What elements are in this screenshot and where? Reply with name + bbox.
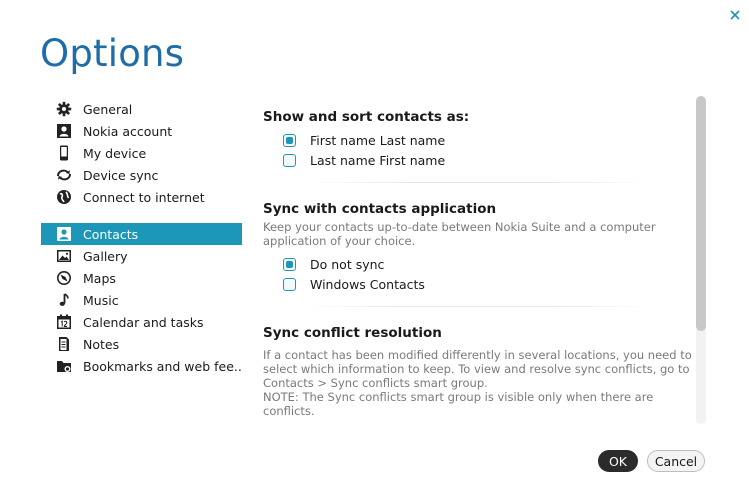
person-icon xyxy=(55,122,73,140)
music-note-icon xyxy=(55,291,73,309)
sidebar-item-label: Music xyxy=(83,292,119,308)
radio-label: First name Last name xyxy=(310,132,446,148)
contacts-icon xyxy=(55,225,73,243)
phone-icon xyxy=(55,144,73,162)
scrollbar-thumb[interactable] xyxy=(696,96,706,331)
sync-contacts-section: Sync with contacts application Keep your… xyxy=(263,201,693,294)
image-icon xyxy=(55,247,73,265)
content-scrollbar[interactable] xyxy=(696,96,706,424)
sidebar-item-label: Nokia account xyxy=(83,123,173,139)
notes-icon xyxy=(55,335,73,353)
sync-conflict-section: Sync conflict resolution If a contact ha… xyxy=(263,325,693,418)
sidebar-item-label: My device xyxy=(83,145,147,161)
sidebar-item-calendar[interactable]: Calendar and tasks xyxy=(41,311,242,333)
calendar-icon xyxy=(55,313,73,331)
sidebar-item-label: Bookmarks and web fee... xyxy=(83,358,242,374)
radio-label: Do not sync xyxy=(310,256,385,272)
sidebar-item-my-device[interactable]: My device xyxy=(41,142,242,164)
options-content: Show and sort contacts as: First name La… xyxy=(263,96,693,426)
globe-icon xyxy=(55,188,73,206)
sidebar-item-gallery[interactable]: Gallery xyxy=(41,245,242,267)
sync-icon xyxy=(55,166,73,184)
sidebar-item-notes[interactable]: Notes xyxy=(41,333,242,355)
page-title: Options xyxy=(40,32,185,75)
section-description: If a contact has been modified different… xyxy=(263,348,692,390)
sidebar-item-maps[interactable]: Maps xyxy=(41,267,242,289)
radio-button[interactable] xyxy=(283,153,296,167)
sidebar-item-label: Maps xyxy=(83,270,116,286)
sidebar-item-label: Gallery xyxy=(83,248,128,264)
bookmark-folder-icon xyxy=(55,357,73,375)
radio-first-last[interactable]: First name Last name xyxy=(263,130,693,150)
sidebar-item-label: Contacts xyxy=(83,226,139,242)
sidebar-item-label: Connect to internet xyxy=(83,189,205,205)
close-icon xyxy=(730,10,740,20)
section-title: Sync with contacts application xyxy=(263,201,497,217)
sidebar-item-bookmarks[interactable]: Bookmarks and web fee... xyxy=(41,355,242,377)
sidebar: General Nokia account My device Device s… xyxy=(41,98,242,377)
divider xyxy=(303,306,653,307)
sidebar-item-device-sync[interactable]: Device sync xyxy=(41,164,242,186)
sidebar-group-device: General Nokia account My device Device s… xyxy=(41,98,242,208)
radio-button[interactable] xyxy=(283,133,296,147)
sidebar-item-music[interactable]: Music xyxy=(41,289,242,311)
sidebar-item-contacts[interactable]: Contacts xyxy=(41,223,242,245)
sidebar-item-label: Notes xyxy=(83,336,120,352)
section-title: Show and sort contacts as: xyxy=(263,109,470,125)
cancel-button[interactable]: Cancel xyxy=(647,450,705,472)
radio-label: Last name First name xyxy=(310,152,446,168)
sidebar-item-label: Calendar and tasks xyxy=(83,314,204,330)
sort-contacts-section: Show and sort contacts as: First name La… xyxy=(263,96,693,170)
sidebar-item-nokia-account[interactable]: Nokia account xyxy=(41,120,242,142)
divider xyxy=(303,182,653,183)
radio-last-first[interactable]: Last name First name xyxy=(263,150,693,170)
radio-do-not-sync[interactable]: Do not sync xyxy=(263,254,693,274)
radio-label: Windows Contacts xyxy=(310,276,425,292)
sidebar-item-general[interactable]: General xyxy=(41,98,242,120)
sidebar-item-label: General xyxy=(83,101,133,117)
compass-icon xyxy=(55,269,73,287)
close-button[interactable] xyxy=(726,6,744,24)
sidebar-item-connect-internet[interactable]: Connect to internet xyxy=(41,186,242,208)
radio-button[interactable] xyxy=(283,277,296,291)
sidebar-group-apps: Contacts Gallery Maps Music Calendar and… xyxy=(41,223,242,377)
sidebar-item-label: Device sync xyxy=(83,167,159,183)
radio-button[interactable] xyxy=(283,257,296,271)
radio-windows-contacts[interactable]: Windows Contacts xyxy=(263,274,693,294)
ok-button[interactable]: OK xyxy=(598,450,638,472)
gear-icon xyxy=(55,100,73,118)
section-title: Sync conflict resolution xyxy=(263,325,442,341)
section-note: NOTE: The Sync conflicts smart group is … xyxy=(263,390,654,418)
section-description: Keep your contacts up-to-date between No… xyxy=(263,220,656,248)
